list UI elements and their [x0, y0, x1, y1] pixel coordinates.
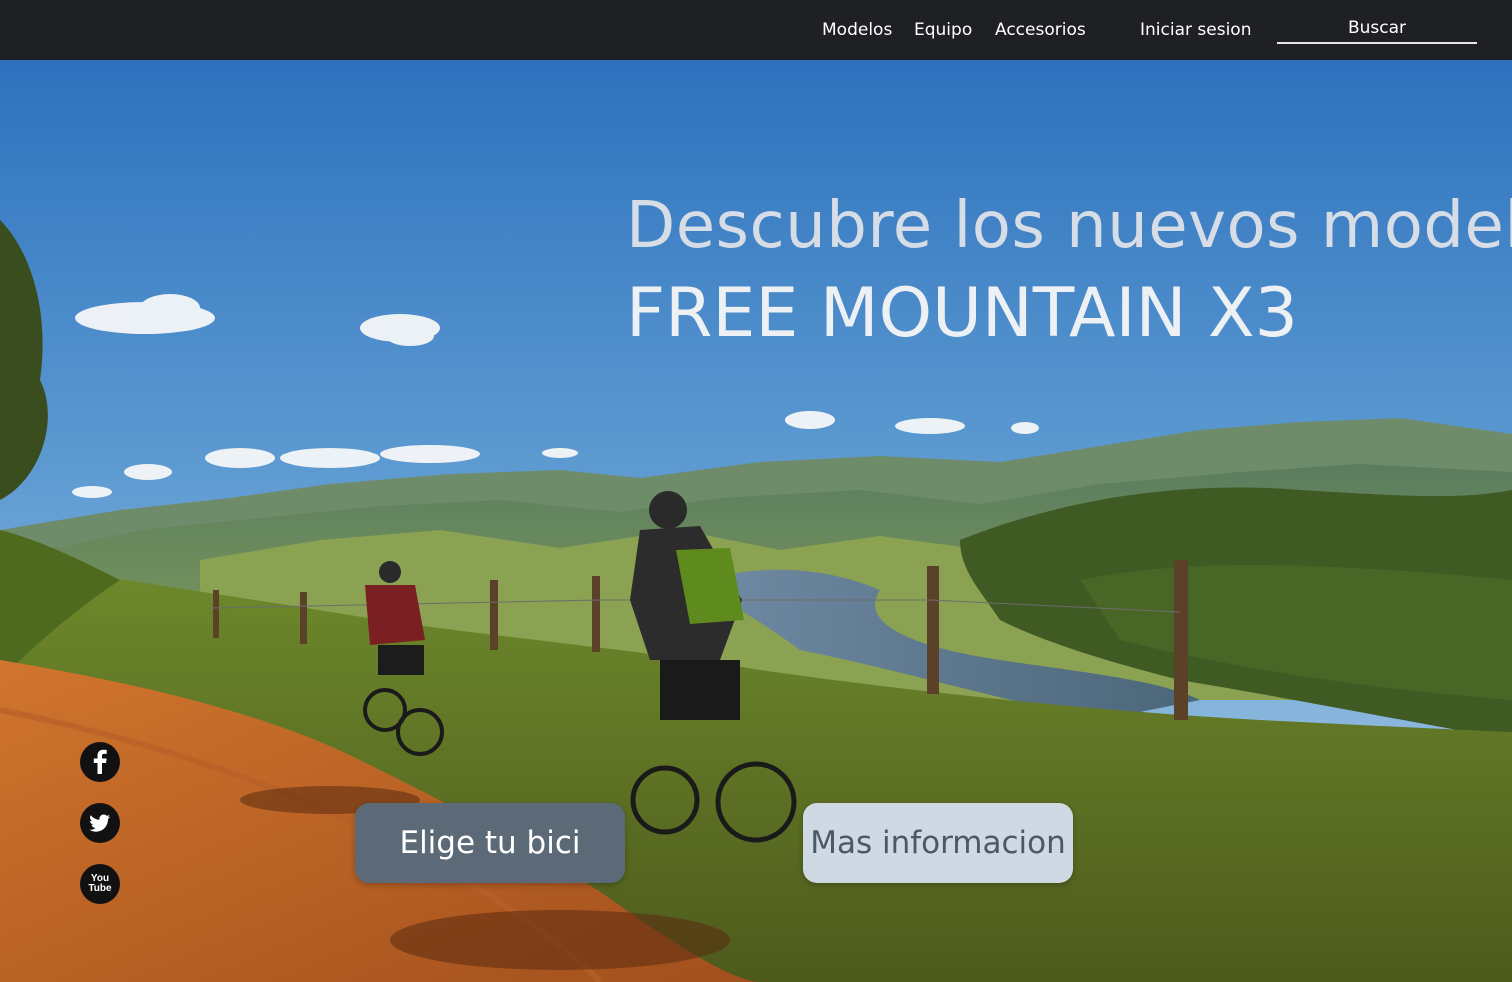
search-input[interactable]	[1277, 14, 1477, 42]
facebook-icon[interactable]	[80, 742, 120, 782]
twitter-icon[interactable]	[80, 803, 120, 843]
nav-link-accesorios[interactable]: Accesorios	[995, 18, 1086, 42]
hero-model-name: FREE MOUNTAIN X3	[626, 274, 1298, 353]
search-box	[1277, 14, 1477, 44]
youtube-icon[interactable]: You Tube	[80, 864, 120, 904]
youtube-text-tube: Tube	[88, 883, 112, 894]
more-info-button[interactable]: Mas informacion	[803, 803, 1073, 883]
choose-bike-button[interactable]: Elige tu bici	[355, 803, 625, 883]
nav-link-modelos[interactable]: Modelos	[822, 18, 892, 42]
hero-headline: Descubre los nuevos modelos	[626, 189, 1512, 263]
login-link[interactable]: Iniciar sesion	[1140, 18, 1251, 42]
hero-section: Descubre los nuevos modelos FREE MOUNTAI…	[0, 60, 1512, 982]
nav-link-equipo[interactable]: Equipo	[914, 18, 972, 42]
top-navigation-bar: Modelos Equipo Accesorios Iniciar sesion	[0, 0, 1512, 60]
